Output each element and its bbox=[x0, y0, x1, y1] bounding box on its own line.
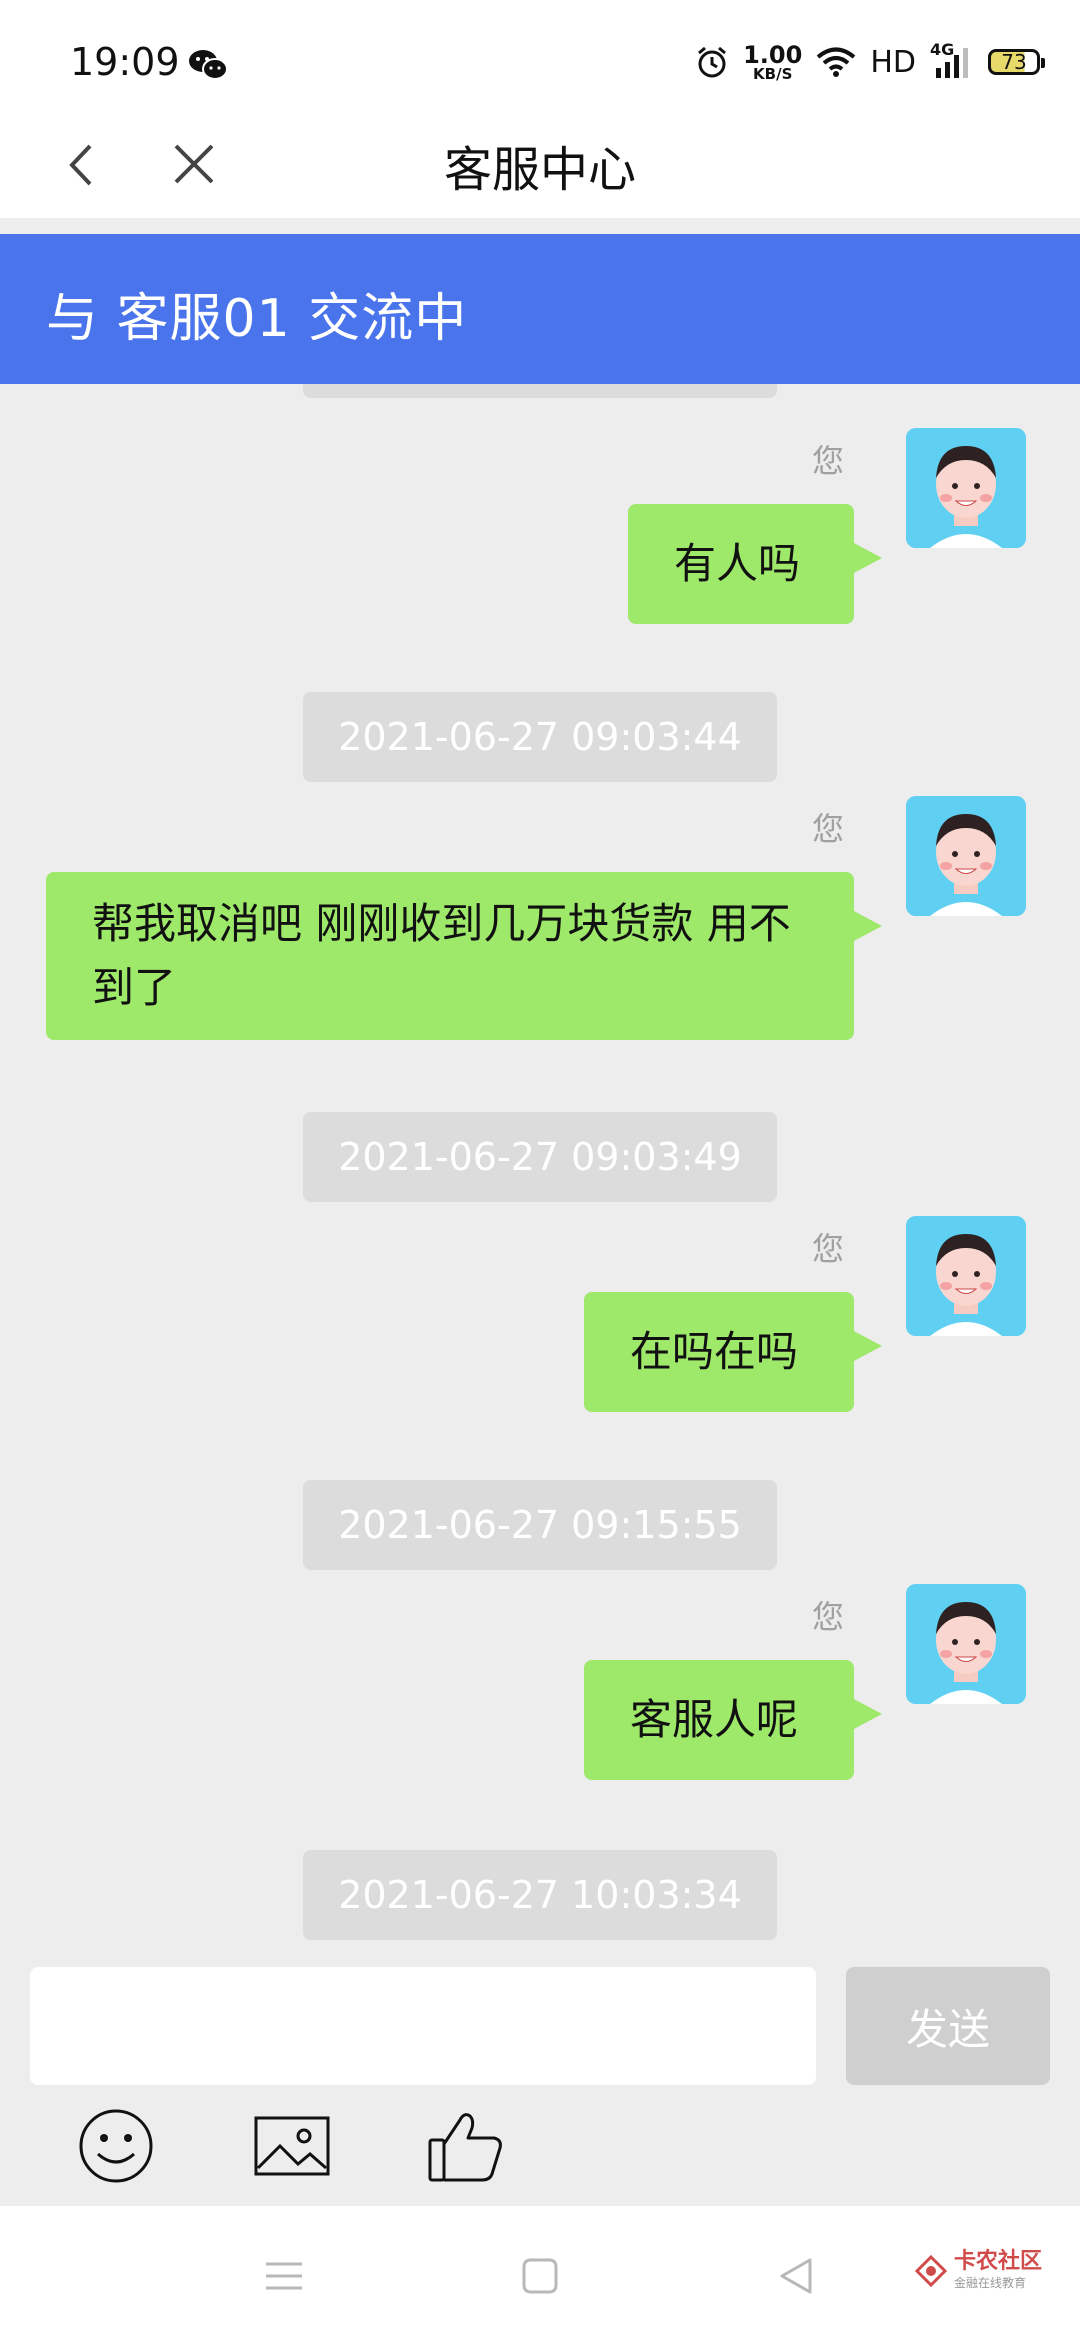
status-time: 19:09 bbox=[70, 40, 180, 84]
input-area: 发送 bbox=[0, 1964, 1080, 2204]
alarm-icon bbox=[698, 46, 727, 78]
sender-label: 您 bbox=[811, 1230, 844, 1268]
system-nav-bar: 卡农社区 金融在线教育 bbox=[0, 2206, 1080, 2340]
network-speed: 1.00 KB/S bbox=[743, 43, 802, 82]
user-avatar[interactable] bbox=[906, 1216, 1026, 1336]
user-avatar[interactable] bbox=[906, 796, 1026, 916]
network-hd: HD bbox=[870, 44, 916, 80]
chat-banner: 与 客服01 交流中 bbox=[0, 234, 1080, 384]
message-bubble[interactable]: 客服人呢 bbox=[584, 1660, 882, 1780]
emoji-icon[interactable] bbox=[76, 2106, 156, 2186]
sender-label: 您 bbox=[811, 810, 844, 848]
chat-area[interactable]: 您 有人吗 2021-06-27 09:03:44 您 帮我取消吧 刚刚收到几万… bbox=[0, 384, 1080, 1964]
wifi-icon bbox=[817, 47, 856, 77]
user-avatar[interactable] bbox=[906, 428, 1026, 548]
thumbs-up-icon[interactable] bbox=[426, 2106, 506, 2186]
message-bubble[interactable]: 在吗在吗 bbox=[584, 1292, 882, 1412]
nav-bar: 客服中心 bbox=[0, 110, 1080, 218]
wechat-icon bbox=[189, 50, 228, 80]
send-button[interactable]: 发送 bbox=[846, 1967, 1050, 2085]
page-title: 客服中心 bbox=[443, 142, 636, 198]
image-icon[interactable] bbox=[252, 2106, 332, 2186]
timestamp: 2021-06-27 09:03:49 bbox=[303, 1112, 777, 1202]
speed-unit: KB/S bbox=[753, 64, 793, 83]
timestamp-partial bbox=[303, 384, 777, 398]
watermark-subtitle: 金融在线教育 bbox=[953, 2276, 1026, 2291]
message-bubble[interactable]: 帮我取消吧 刚刚收到几万块货款 用不到了 bbox=[46, 872, 882, 1040]
user-avatar[interactable] bbox=[906, 1584, 1026, 1704]
sender-label: 您 bbox=[811, 442, 844, 480]
speed-value: 1.00 bbox=[743, 40, 803, 69]
status-icons: 1.00 KB/S HD 4G 73 bbox=[695, 40, 1045, 82]
banner-text: 与 客服01 交流中 bbox=[46, 289, 468, 349]
watermark-logo-icon bbox=[914, 2254, 948, 2287]
back-icon[interactable] bbox=[774, 2254, 818, 2298]
timestamp: 2021-06-27 09:03:44 bbox=[303, 692, 777, 782]
message-bubble[interactable]: 有人吗 bbox=[628, 504, 882, 624]
timestamp: 2021-06-27 10:03:34 bbox=[303, 1850, 777, 1940]
message-input[interactable] bbox=[30, 1967, 816, 2085]
home-icon[interactable] bbox=[518, 2254, 562, 2298]
battery-icon: 73 bbox=[988, 49, 1045, 75]
signal-icon: 4G bbox=[930, 40, 974, 80]
sender-label: 您 bbox=[811, 1598, 844, 1636]
menu-icon[interactable] bbox=[262, 2254, 306, 2298]
timestamp: 2021-06-27 09:15:55 bbox=[303, 1480, 777, 1570]
watermark-text: 卡农社区 金融在线教育 bbox=[953, 2249, 1042, 2291]
watermark-title: 卡农社区 bbox=[953, 2249, 1042, 2274]
watermark: 卡农社区 金融在线教育 bbox=[914, 2249, 1042, 2291]
status-bar: 19:09 1.00 KB/S HD 4G 73 bbox=[0, 0, 1080, 110]
